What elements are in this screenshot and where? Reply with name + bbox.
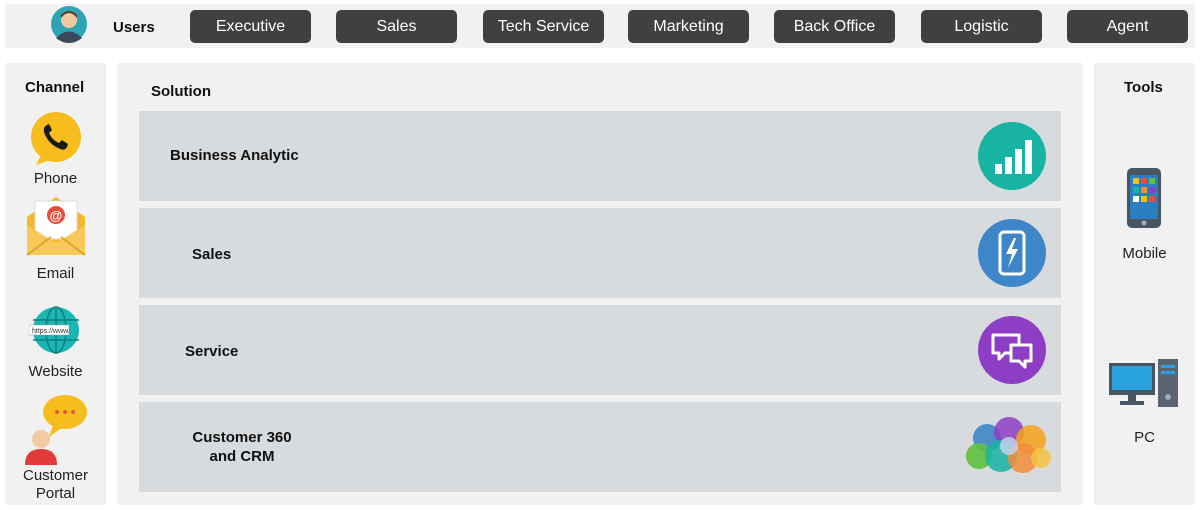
tool-label-pc: PC [1134, 429, 1155, 446]
smartphone-icon[interactable] [1126, 167, 1162, 229]
role-button-marketing[interactable]: Marketing [628, 10, 749, 43]
role-button-executive[interactable]: Executive [190, 10, 311, 43]
solution-panel: Solution Business Analytic Sales Service [117, 63, 1083, 505]
tools-panel: Tools Mobile PC [1094, 63, 1195, 505]
channel-label-customer-portal: Customer Portal [22, 467, 89, 502]
solution-row-label-line2: and CRM [209, 448, 275, 465]
channel-panel: Channel Phone @ Email https://www. Websi… [5, 63, 106, 505]
solution-row-label: Service [185, 343, 239, 360]
svg-text:@: @ [50, 208, 63, 223]
phone-icon[interactable] [28, 111, 84, 167]
customer-portal-icon[interactable] [23, 393, 89, 465]
solution-row-business-analytic[interactable]: Business Analytic [139, 111, 1061, 201]
channel-label-website: Website [28, 363, 83, 380]
solution-row-label: Business Analytic [170, 147, 299, 164]
svg-text:https://www.: https://www. [32, 328, 70, 335]
solution-row-label: Customer 360 and CRM [172, 428, 312, 466]
channel-label-phone: Phone [33, 170, 78, 187]
tools-title: Tools [1124, 79, 1163, 96]
solution-row-label: Sales [192, 246, 232, 263]
solution-row-sales[interactable]: Sales [139, 208, 1061, 298]
crm-cloud-icon [966, 417, 1051, 473]
globe-icon[interactable]: https://www. [29, 305, 83, 355]
tool-label-mobile: Mobile [1122, 245, 1167, 262]
role-button-back-office[interactable]: Back Office [774, 10, 895, 43]
role-button-logistic[interactable]: Logistic [921, 10, 1042, 43]
solution-title: Solution [151, 83, 211, 100]
role-button-sales[interactable]: Sales [336, 10, 457, 43]
chat-bubbles-icon [978, 316, 1046, 384]
mobile-lightning-icon [978, 219, 1046, 287]
email-icon[interactable]: @ [25, 195, 87, 257]
role-button-agent[interactable]: Agent [1067, 10, 1188, 43]
bar-chart-icon [978, 122, 1046, 190]
channel-title: Channel [25, 79, 85, 96]
user-avatar-icon [51, 6, 87, 43]
channel-label-email: Email [36, 265, 75, 282]
solution-row-customer-360-crm[interactable]: Customer 360 and CRM [139, 402, 1061, 492]
solution-row-service[interactable]: Service [139, 305, 1061, 395]
solution-row-label-line1: Customer 360 [192, 429, 292, 446]
users-bar: Users Executive Sales Tech Service Marke… [5, 4, 1195, 48]
role-button-tech-service[interactable]: Tech Service [483, 10, 604, 43]
users-label: Users [113, 19, 155, 36]
desktop-pc-icon[interactable] [1108, 357, 1180, 409]
